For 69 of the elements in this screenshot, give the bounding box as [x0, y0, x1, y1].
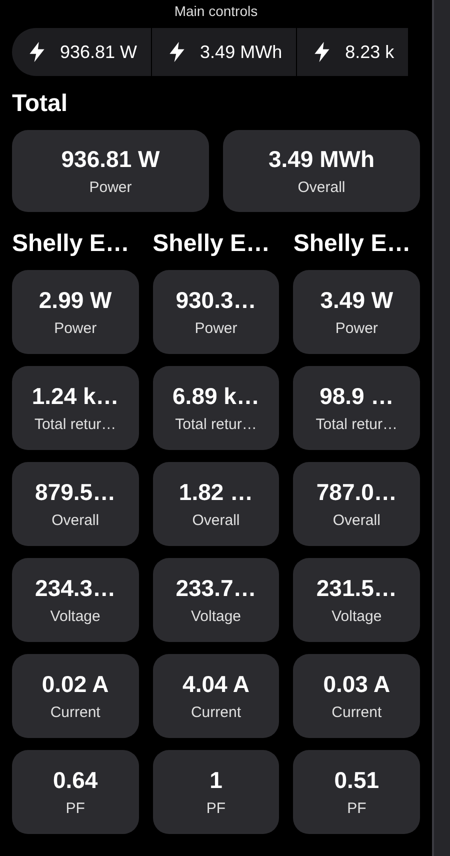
sensor-card[interactable]: 0.03 A Current	[293, 654, 420, 738]
sensor-card[interactable]: 936.81 W Power	[12, 130, 209, 212]
sensor-card[interactable]: 233.7… Voltage	[152, 558, 280, 642]
sensor-value: 0.03 A	[323, 671, 390, 698]
sensor-label: Power	[54, 320, 97, 337]
sensor-value: 1.82 …	[178, 479, 254, 506]
sensor-card[interactable]: 1.82 … Overall	[152, 462, 280, 546]
sensor-label: PF	[347, 800, 366, 817]
device-title: Shelly E…	[12, 230, 130, 258]
sensor-card[interactable]: 879.5… Overall	[12, 462, 139, 546]
device-title: Shelly E…	[152, 230, 272, 258]
scrollbar[interactable]	[432, 0, 450, 856]
sensor-card[interactable]: 3.49 MWh Overall	[223, 130, 420, 212]
sensor-value: 2.99 W	[38, 287, 112, 314]
device-title: Shelly E…	[293, 230, 412, 258]
sensor-label: PF	[66, 800, 85, 817]
sensor-card[interactable]: 0.64 PF	[12, 750, 139, 834]
sensor-label: Overall	[52, 512, 100, 529]
group-title: Total	[12, 90, 69, 118]
sensor-card[interactable]: 930.3… Power	[152, 270, 280, 354]
sensor-label: Voltage	[190, 608, 242, 625]
sensor-card[interactable]: 1 PF	[152, 750, 280, 834]
sensor-label: Current	[190, 704, 241, 721]
sensor-label: Overall	[192, 512, 240, 529]
sensor-value: 234.3…	[35, 575, 116, 602]
sensor-value: 787.0…	[316, 479, 397, 506]
sensor-label: Voltage	[332, 608, 382, 625]
sensor-label: Voltage	[50, 608, 100, 625]
sensor-value: 231.5…	[316, 575, 397, 602]
sensor-label: Current	[332, 704, 382, 721]
sensor-card[interactable]: 3.49 W Power	[293, 270, 420, 354]
sensor-card[interactable]: 2.99 W Power	[12, 270, 139, 354]
sensor-card[interactable]: 787.0… Overall	[293, 462, 420, 546]
sensor-card[interactable]: 231.5… Voltage	[293, 558, 420, 642]
sensor-card[interactable]: 234.3… Voltage	[12, 558, 139, 642]
sensor-label: Total retur…	[316, 416, 398, 433]
sensor-label: Total retur…	[34, 416, 116, 433]
sensor-value: 0.51	[334, 767, 380, 794]
section-title: Main controls	[173, 2, 259, 21]
sensor-value: 98.9 …	[320, 383, 394, 410]
sensor-chip[interactable]: 936.81 W	[12, 28, 152, 76]
sensor-card[interactable]: 1.24 k… Total retur…	[12, 366, 139, 450]
sensor-card[interactable]: 0.51 PF	[293, 750, 420, 834]
sensor-card[interactable]: 4.04 A Current	[152, 654, 280, 738]
sensor-value: 6.89 k…	[172, 383, 260, 410]
sensor-value: 3.49 MWh	[268, 146, 375, 173]
sensor-chip[interactable]: 8.23 k	[297, 28, 410, 76]
sensor-label: Overall	[298, 179, 346, 196]
sensor-value: 4.04 A	[182, 671, 250, 698]
sensor-label: Power	[335, 320, 378, 337]
sensor-label: Current	[50, 704, 100, 721]
sensor-card[interactable]: 0.02 A Current	[12, 654, 139, 738]
sensor-value: 930.3…	[176, 287, 256, 314]
sensor-value: 0.64	[52, 767, 98, 794]
sensor-chip[interactable]: 3.49 MWh	[152, 28, 298, 76]
sensor-value: 936.81 W	[61, 146, 160, 173]
sensor-label: Total retur…	[175, 416, 257, 433]
sensor-label: PF	[206, 800, 226, 817]
sensor-card[interactable]: 98.9 … Total retur…	[293, 366, 420, 450]
sensor-value: 879.5…	[35, 479, 116, 506]
sensor-label: Overall	[332, 512, 380, 529]
sensor-value: 1.24 k…	[32, 383, 119, 410]
sensor-value: 3.49 W	[320, 287, 394, 314]
sensor-value: 0.02 A	[42, 671, 109, 698]
sensor-value: 233.7…	[176, 575, 256, 602]
sensor-card[interactable]: 6.89 k… Total retur…	[152, 366, 280, 450]
sensor-label: Power	[194, 320, 238, 337]
sensor-value: 1	[210, 767, 222, 794]
sensor-label: Power	[89, 179, 132, 196]
